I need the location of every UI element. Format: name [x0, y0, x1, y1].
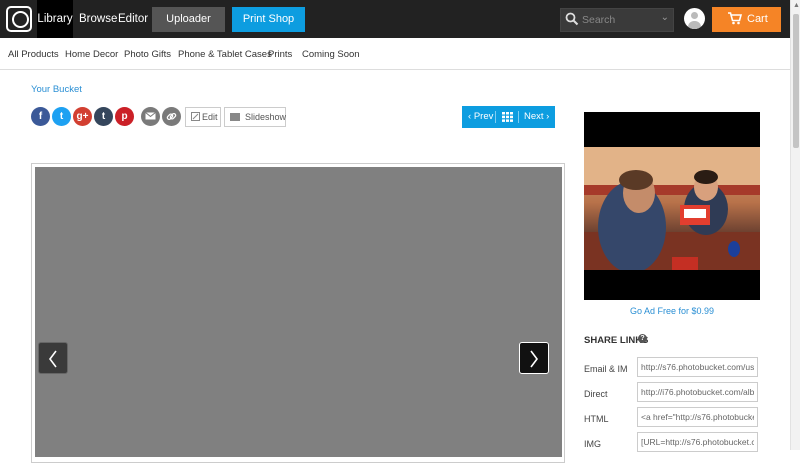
prev-button[interactable]: ‹ Prev [468, 106, 493, 128]
slideshow-icon [230, 113, 240, 121]
video-ad-frame[interactable] [584, 147, 760, 270]
scroll-up-arrow-icon[interactable]: ▲ [793, 2, 800, 9]
video-ad-still [584, 147, 760, 270]
go-ad-free-link[interactable]: Go Ad Free for $0.99 [584, 306, 760, 316]
envelope-icon [145, 112, 156, 120]
category-prints[interactable]: Prints [268, 49, 292, 60]
nav-library[interactable]: Library [37, 0, 73, 38]
uploader-button[interactable]: Uploader [152, 7, 225, 32]
edit-label: Edit [202, 112, 218, 122]
email-im-link-field[interactable] [637, 357, 758, 377]
image-viewer[interactable] [35, 167, 562, 457]
pager-divider [518, 111, 519, 123]
pencil-icon [191, 112, 200, 121]
slideshow-button[interactable]: Slideshow [224, 107, 286, 127]
img-code-field[interactable] [637, 432, 758, 452]
scroll-thumb[interactable] [793, 14, 799, 148]
share-link-label: IMG [584, 439, 601, 449]
edit-button[interactable]: Edit [185, 107, 221, 127]
cart-icon [728, 12, 742, 25]
chevron-down-icon[interactable]: ⌄ [661, 12, 669, 23]
html-code-field[interactable] [637, 407, 758, 427]
category-photo-gifts[interactable]: Photo Gifts [124, 49, 171, 60]
nav-browse[interactable]: Browse [79, 0, 117, 38]
grid-view-icon[interactable] [502, 112, 513, 122]
link-icon [166, 112, 177, 121]
category-all-products[interactable]: All Products [8, 49, 59, 60]
category-phone-tablet-cases[interactable]: Phone & Tablet Cases [178, 49, 272, 60]
chevron-right-icon [530, 350, 538, 368]
twitter-share-button[interactable]: t [52, 107, 71, 126]
avatar[interactable] [684, 8, 705, 29]
facebook-share-button[interactable]: f [31, 107, 50, 126]
cart-label: Cart [747, 13, 768, 25]
email-share-button[interactable] [141, 107, 160, 126]
breadcrumb[interactable]: Your Bucket [31, 84, 82, 95]
copy-link-button[interactable] [162, 107, 181, 126]
share-link-label: Email & IM [584, 364, 628, 374]
direct-link-field[interactable] [637, 382, 758, 402]
next-image-button[interactable] [519, 342, 549, 374]
chevron-left-icon [49, 350, 57, 368]
search-placeholder: Search [582, 14, 616, 26]
print-shop-button[interactable]: Print Shop [232, 7, 305, 32]
previous-image-button[interactable] [38, 342, 68, 374]
category-home-decor[interactable]: Home Decor [65, 49, 118, 60]
next-label: Next [524, 111, 544, 122]
slideshow-label: Slideshow [245, 112, 287, 122]
cart-button[interactable]: Cart [712, 7, 781, 32]
share-link-label: Direct [584, 389, 608, 399]
search-input[interactable]: Search ⌄ [560, 8, 674, 32]
next-button[interactable]: Next › [524, 106, 549, 128]
help-icon[interactable]: ? [638, 334, 647, 343]
top-navigation-bar: Library Browse Editor Uploader Print Sho… [0, 0, 790, 38]
photobucket-logo[interactable] [6, 6, 32, 32]
page-scrollbar[interactable]: ▲ [790, 0, 800, 450]
pager-divider [495, 111, 496, 123]
category-bar: All Products Home Decor Photo Gifts Phon… [0, 38, 790, 70]
image-pager: ‹ Prev Next › [462, 106, 555, 128]
share-link-label: HTML [584, 414, 609, 424]
search-icon [565, 12, 579, 26]
google-plus-share-button[interactable]: g+ [73, 107, 92, 126]
nav-editor[interactable]: Editor [118, 0, 148, 38]
prev-label: Prev [473, 111, 494, 122]
pinterest-share-button[interactable]: p [115, 107, 134, 126]
tumblr-share-button[interactable]: t [94, 107, 113, 126]
category-coming-soon[interactable]: Coming Soon [302, 49, 360, 60]
